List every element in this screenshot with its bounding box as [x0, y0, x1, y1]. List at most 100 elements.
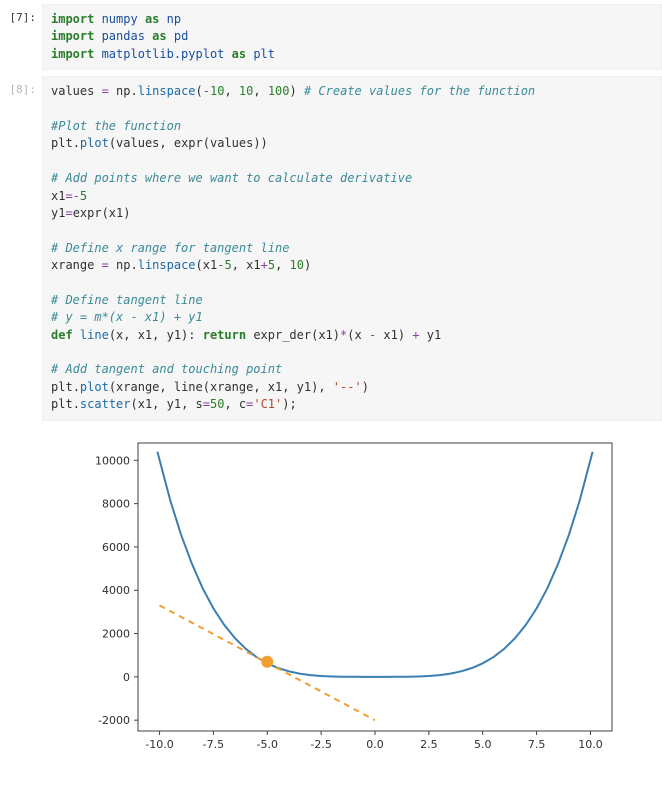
- code-token: linspace: [138, 258, 196, 272]
- code-token: );: [282, 397, 296, 411]
- code-token: as: [152, 29, 174, 43]
- y-tick-label: 4000: [102, 584, 130, 597]
- code-token: ,: [253, 84, 267, 98]
- code-token: matplotlib.pyplot: [102, 47, 225, 61]
- code-token: expr_der(x1): [253, 328, 340, 342]
- cell-8-prompt: [8]:: [0, 76, 42, 420]
- code-token: '--': [333, 380, 362, 394]
- code-token: plt: [51, 136, 73, 150]
- code-token: .: [131, 84, 138, 98]
- code-token: xrange: [51, 258, 102, 272]
- code-token: np: [109, 258, 131, 272]
- code-token: .: [73, 136, 80, 150]
- code-token: x1): [376, 328, 412, 342]
- plot-frame: [138, 443, 612, 731]
- code-token: (x, x1, y1):: [109, 328, 203, 342]
- code-token: #Plot the function: [51, 119, 181, 133]
- code-token: (: [196, 84, 203, 98]
- code-token: # Add points where we want to calculate …: [51, 171, 412, 185]
- y-tick-label: 6000: [102, 541, 130, 554]
- function-curve: [157, 451, 592, 676]
- code-token: plt: [253, 47, 275, 61]
- code-token: ): [362, 380, 369, 394]
- code-token: (x1: [196, 258, 218, 272]
- code-token: plt: [51, 380, 73, 394]
- code-token: +: [261, 258, 268, 272]
- code-token: =: [65, 189, 72, 203]
- x-tick-label: 10.0: [578, 738, 603, 751]
- code-token: .: [73, 397, 80, 411]
- code-token: 100: [268, 84, 290, 98]
- x-tick-label: 2.5: [420, 738, 438, 751]
- code-token: line: [80, 328, 109, 342]
- cell-7-code[interactable]: import numpy as np import pandas as pd i…: [42, 4, 662, 70]
- x-tick-label: 0.0: [366, 738, 384, 751]
- code-token: expr(x1): [73, 206, 131, 220]
- code-token: .: [73, 380, 80, 394]
- code-token: linspace: [138, 84, 196, 98]
- code-token: numpy: [102, 12, 138, 26]
- code-token: # y = m*(x - x1) + y1: [51, 310, 203, 324]
- code-token: as: [145, 12, 167, 26]
- code-token: import: [51, 47, 102, 61]
- code-cell-8: [8]: values = np.linspace(-10, 10, 100) …: [0, 76, 662, 420]
- code-token: =: [203, 397, 210, 411]
- code-token: plt: [51, 397, 73, 411]
- code-token: (x: [347, 328, 369, 342]
- code-token: 10: [290, 258, 304, 272]
- code-token: def: [51, 328, 80, 342]
- code-token: values: [51, 84, 102, 98]
- x-tick-label: 5.0: [474, 738, 492, 751]
- code-token: scatter: [80, 397, 131, 411]
- code-token: plot: [80, 380, 109, 394]
- cell-8-output: -10.0-7.5-5.0-2.50.02.55.07.510.0-200002…: [0, 427, 662, 781]
- code-token: np: [109, 84, 131, 98]
- y-tick-label: 10000: [95, 454, 130, 467]
- code-token: 5: [268, 258, 275, 272]
- code-token: , x1: [232, 258, 261, 272]
- code-token: [224, 47, 231, 61]
- code-token: 10: [210, 84, 224, 98]
- tangent-point: [262, 656, 273, 667]
- code-token: 50: [210, 397, 224, 411]
- code-token: # Define x range for tangent line: [51, 241, 289, 255]
- code-token: ,: [275, 258, 289, 272]
- code-token: ,: [224, 84, 238, 98]
- code-token: [138, 12, 145, 26]
- code-token: as: [232, 47, 254, 61]
- x-tick-label: -2.5: [310, 738, 331, 751]
- code-token: np: [167, 12, 181, 26]
- x-tick-label: -7.5: [203, 738, 224, 751]
- output-chart: -10.0-7.5-5.0-2.50.02.55.07.510.0-200002…: [72, 431, 632, 761]
- code-token: .: [131, 258, 138, 272]
- code-token: =: [102, 84, 109, 98]
- code-token: y1: [51, 206, 65, 220]
- code-token: ): [304, 258, 311, 272]
- code-token: 5: [80, 189, 87, 203]
- y-tick-label: 8000: [102, 497, 130, 510]
- code-token: import: [51, 29, 102, 43]
- code-token: plot: [80, 136, 109, 150]
- code-token: (values, expr(values)): [109, 136, 268, 150]
- cell-8-code[interactable]: values = np.linspace(-10, 10, 100) # Cre…: [42, 76, 662, 420]
- code-token: # Create values for the function: [304, 84, 535, 98]
- code-token: +: [412, 328, 419, 342]
- code-token: (x1, y1, s: [131, 397, 203, 411]
- code-cell-7: [7]: import numpy as np import pandas as…: [0, 4, 662, 70]
- code-token: ): [290, 84, 304, 98]
- code-token: x1: [51, 189, 65, 203]
- code-token: # Add tangent and touching point: [51, 362, 282, 376]
- code-token: import: [51, 12, 102, 26]
- code-token: pd: [174, 29, 188, 43]
- code-token: , c: [224, 397, 246, 411]
- code-token: 10: [239, 84, 253, 98]
- code-token: 5: [224, 258, 231, 272]
- code-token: -: [203, 84, 210, 98]
- code-token: -: [73, 189, 80, 203]
- y-tick-label: 2000: [102, 627, 130, 640]
- code-token: (xrange, line(xrange, x1, y1),: [109, 380, 333, 394]
- x-tick-label: -10.0: [145, 738, 173, 751]
- code-token: 'C1': [253, 397, 282, 411]
- x-tick-label: -5.0: [257, 738, 278, 751]
- code-token: =: [102, 258, 109, 272]
